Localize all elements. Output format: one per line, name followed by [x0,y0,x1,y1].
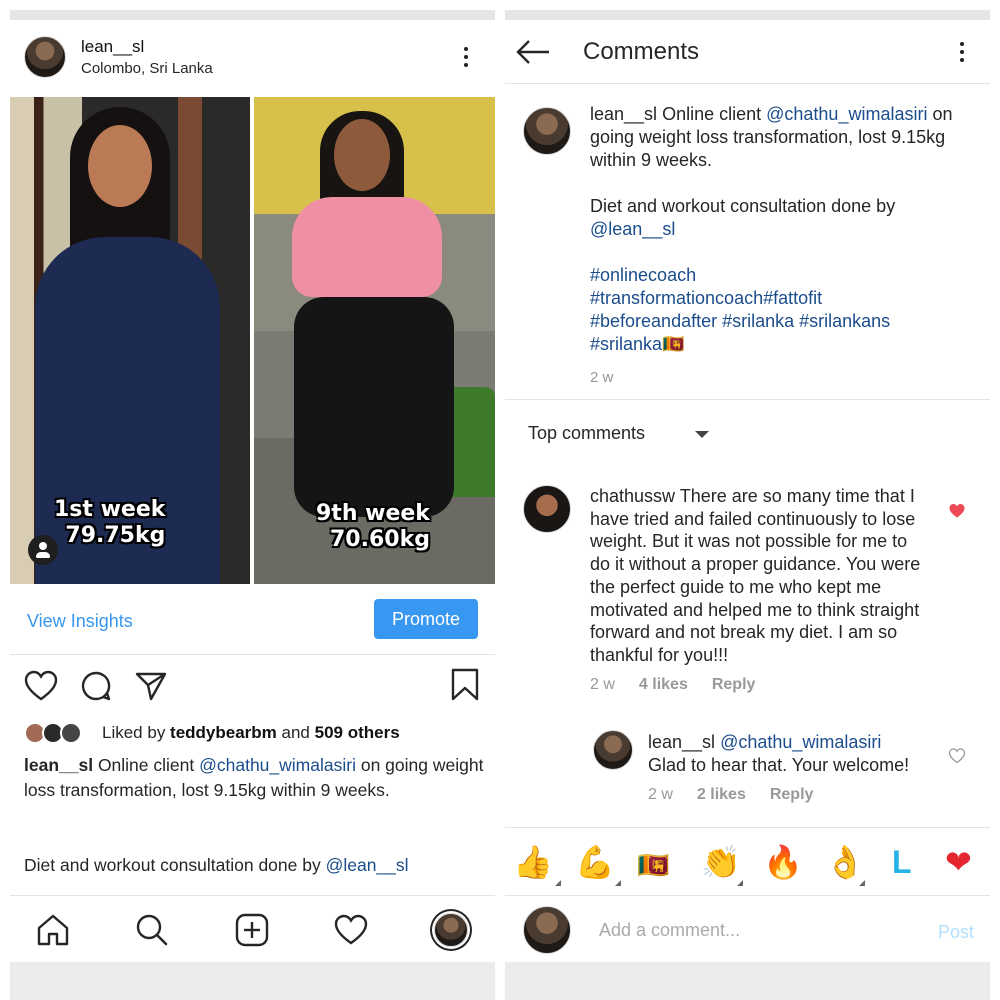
comment-item: chathussw There are so many time that I … [523,485,978,700]
caption-avatar[interactable] [523,107,571,155]
chevron-down-icon[interactable] [695,431,709,438]
comment-time: 2 w [590,676,615,693]
comment-likes[interactable]: 4 likes [639,676,688,693]
new-post-icon[interactable] [235,913,269,947]
status-strip [505,10,990,20]
reply-mention[interactable]: @chathu_wimalasiri [715,732,881,752]
caption-time: 2 w [590,369,614,386]
search-icon[interactable] [135,913,169,947]
reply-username[interactable]: lean__sl [648,732,715,752]
thumbs-up-emoji[interactable]: 👍 [513,842,553,882]
like-heart-icon[interactable] [948,748,966,764]
add-comment-bar: Add a comment... Post [505,895,990,963]
ok-hand-emoji[interactable]: 👌 [825,842,865,882]
promote-button[interactable]: Promote [374,599,478,639]
comment-meta: 2 w 4 likes Reply [590,676,779,694]
view-insights-link[interactable]: View Insights [27,611,133,632]
reply-button[interactable]: Reply [712,676,756,693]
user-tag-icon[interactable] [28,535,58,565]
comments-header: Comments [505,20,990,84]
caption-username[interactable]: lean__sl [590,104,657,124]
save-bookmark-icon[interactable] [450,668,480,702]
post-location[interactable]: Colombo, Sri Lanka [81,60,213,77]
flexed-biceps-emoji[interactable]: 💪 [575,842,615,882]
reply-avatar[interactable] [593,730,633,770]
hashtag-line[interactable]: #transformationcoach#fattofit [590,287,970,310]
emoji-quick-bar: 👍 💪 🇱🇰 👏 🔥 👌 L ❤ [505,827,990,895]
home-icon[interactable] [36,914,70,946]
comment-text: chathussw There are so many time that I … [590,486,921,665]
more-options-icon[interactable] [463,47,469,69]
profile-tab-avatar[interactable] [434,913,468,947]
hashtag-line[interactable]: #srilanka🇱🇰 [590,333,970,356]
like-heart-icon[interactable] [24,670,58,702]
top-comments-dropdown[interactable]: Top comments [528,423,645,444]
comment-input[interactable]: Add a comment... [599,920,740,941]
share-icon[interactable] [134,670,168,702]
before-photo: 1st week 79.75kg [10,97,250,584]
status-strip [10,10,495,20]
more-options-icon[interactable] [959,42,965,64]
sri-lanka-flag-emoji[interactable]: 🇱🇰 [637,846,669,886]
caption-comment: lean__sl Online client @chathu_wimalasir… [505,85,990,400]
caption-text: lean__sl Online client @chathu_wimalasir… [590,103,970,389]
post-username[interactable]: lean__sl [81,37,144,57]
reply-item: lean__sl @chathu_wimalasiri Glad to hear… [593,730,973,810]
insights-row: View Insights Promote [10,585,495,655]
hashtag-line[interactable]: #onlinecoach [590,264,970,287]
caption-diet-mention[interactable]: @lean__sl [590,218,970,241]
system-navbar [10,962,495,1000]
commenter-avatar[interactable] [523,485,571,533]
activity-heart-icon[interactable] [334,914,368,946]
reply-time: 2 w [648,786,673,803]
caption-mention[interactable]: @chathu_wimalasiri [766,104,927,124]
commenter-username[interactable]: chathussw [590,486,675,506]
hashtag-line[interactable]: #beforeandafter #srilanka #srilankans [590,310,970,333]
reply-text: lean__sl @chathu_wimalasiri Glad to hear… [648,732,910,775]
bottom-nav [10,895,495,961]
fire-emoji[interactable]: 🔥 [763,842,803,882]
comment-icon[interactable] [80,670,112,702]
post-panel: lean__sl Colombo, Sri Lanka 1st week 79.… [10,0,495,1000]
post-header: lean__sl Colombo, Sri Lanka [10,20,495,96]
after-photo: 9th week 70.60kg [254,97,495,584]
liker-username[interactable]: teddybearbm [170,723,277,742]
reply-button[interactable]: Reply [770,786,814,803]
clapping-hands-emoji[interactable]: 👏 [701,842,741,882]
after-caption: 9th week 70.60kg [316,501,430,552]
post-image[interactable]: 1st week 79.75kg 9th week 70.60kg [10,97,495,584]
system-navbar [505,962,990,1000]
caption-mention[interactable]: @chathu_wimalasiri [199,755,356,775]
likes-count[interactable]: 509 others [315,723,400,742]
reply-meta: 2 w 2 likes Reply [648,786,837,804]
likes-row[interactable]: Liked by teddybearbm and 509 others [24,718,494,748]
liker-avatar [60,722,82,744]
red-heart-emoji[interactable]: ❤ [945,842,972,882]
page-title: Comments [583,38,700,65]
caption-diet-line: Diet and workout consultation done by @l… [24,855,409,875]
liked-heart-icon[interactable] [948,503,966,519]
back-arrow-icon[interactable] [515,39,551,65]
comments-panel: Comments lean__sl Online client @chathu_… [505,0,990,1000]
reply-likes[interactable]: 2 likes [697,786,746,803]
liked-by-text: Liked by teddybearbm and 509 others [102,723,400,742]
post-comment-button[interactable]: Post [938,922,974,943]
profile-avatar[interactable] [24,36,66,78]
before-caption: 1st week 79.75kg [54,497,166,548]
caption-diet-mention[interactable]: @lean__sl [326,855,409,875]
post-caption: lean__sl Online client @chathu_wimalasir… [24,755,484,800]
letter-l-emoji[interactable]: L [892,842,912,882]
current-user-avatar [523,906,571,954]
caption-username[interactable]: lean__sl [24,755,93,775]
